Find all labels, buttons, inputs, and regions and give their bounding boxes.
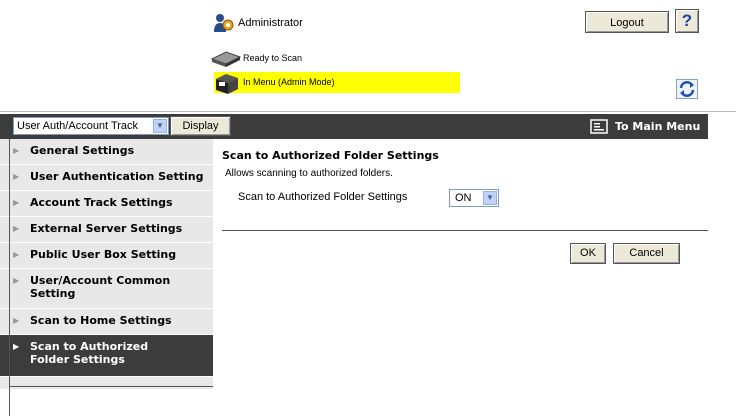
mode-select-value: User Auth/Account Track [17, 120, 139, 132]
sidebar-item-label: General Settings [30, 144, 135, 157]
triangle-right-icon: ▶ [13, 316, 20, 325]
triangle-right-icon: ▶ [13, 342, 20, 351]
select-value: ON [455, 192, 472, 204]
chevron-down-icon[interactable]: ▼ [153, 119, 167, 133]
sidebar-item-label: External Server Settings [30, 222, 183, 235]
content-divider [222, 230, 708, 231]
triangle-right-icon: ▶ [13, 172, 20, 181]
page-title: Scan to Authorized Folder Settings [222, 149, 439, 162]
sidebar-item-label: Scan to Home Settings [30, 314, 172, 327]
status-mode-label: In Menu (Admin Mode) [243, 77, 335, 87]
sidebar-item-account-track-settings[interactable]: ▶ Account Track Settings [0, 191, 213, 217]
scan-to-authorized-folder-label: Scan to Authorized Folder Settings [238, 191, 408, 203]
mode-select[interactable]: User Auth/Account Track ▼ [13, 117, 169, 135]
chevron-down-icon[interactable]: ▼ [483, 191, 497, 205]
triangle-right-icon: ▶ [13, 198, 20, 207]
header-divider [0, 111, 736, 112]
triangle-right-icon: ▶ [13, 276, 20, 285]
triangle-right-icon: ▶ [13, 146, 20, 155]
sidebar-item-user-authentication-setting[interactable]: ▶ User Authentication Setting [0, 165, 213, 191]
sidebar-bottom-divider [10, 386, 213, 387]
sidebar-item-label: User Authentication Setting [30, 170, 204, 183]
sidebar-item-scan-to-home-settings[interactable]: ▶ Scan to Home Settings [0, 309, 213, 335]
sidebar-item-public-user-box-setting[interactable]: ▶ Public User Box Setting [0, 243, 213, 269]
sidebar-item-label: Scan to Authorized Folder Settings [30, 340, 149, 366]
triangle-right-icon: ▶ [13, 224, 20, 233]
administrator-label: Administrator [238, 17, 303, 29]
sidebar-left-border [9, 139, 10, 416]
page-description: Allows scanning to authorized folders. [225, 168, 393, 179]
refresh-icon[interactable] [676, 79, 698, 99]
sidebar-item-label: User/Account Common Setting [30, 274, 171, 300]
status-ready-label: Ready to Scan [243, 53, 303, 63]
administrator-icon [214, 14, 234, 32]
scanner-icon [210, 51, 242, 67]
scan-to-authorized-folder-select[interactable]: ON ▼ [449, 189, 499, 207]
logout-button[interactable]: Logout [585, 11, 669, 33]
sidebar-item-scan-to-authorized-folder-settings[interactable]: ▶ Scan to Authorized Folder Settings [0, 335, 213, 377]
sidebar-item-label: Account Track Settings [30, 196, 173, 209]
to-main-menu-link[interactable]: To Main Menu [615, 120, 700, 133]
cancel-button[interactable]: Cancel [613, 243, 680, 264]
help-button[interactable]: ? [675, 9, 699, 33]
sidebar-item-user-account-common-setting[interactable]: ▶ User/Account Common Setting [0, 269, 213, 309]
triangle-right-icon: ▶ [13, 250, 20, 259]
sidebar-item-general-settings[interactable]: ▶ General Settings [0, 139, 213, 165]
ok-button[interactable]: OK [570, 243, 606, 264]
main-menu-icon[interactable] [590, 119, 608, 134]
sidebar-item-label: Public User Box Setting [30, 248, 177, 261]
machine-icon [216, 74, 238, 94]
display-button[interactable]: Display [170, 116, 231, 136]
sidebar-item-external-server-settings[interactable]: ▶ External Server Settings [0, 217, 213, 243]
sidebar: ▶ General Settings ▶ User Authentication… [0, 139, 213, 389]
